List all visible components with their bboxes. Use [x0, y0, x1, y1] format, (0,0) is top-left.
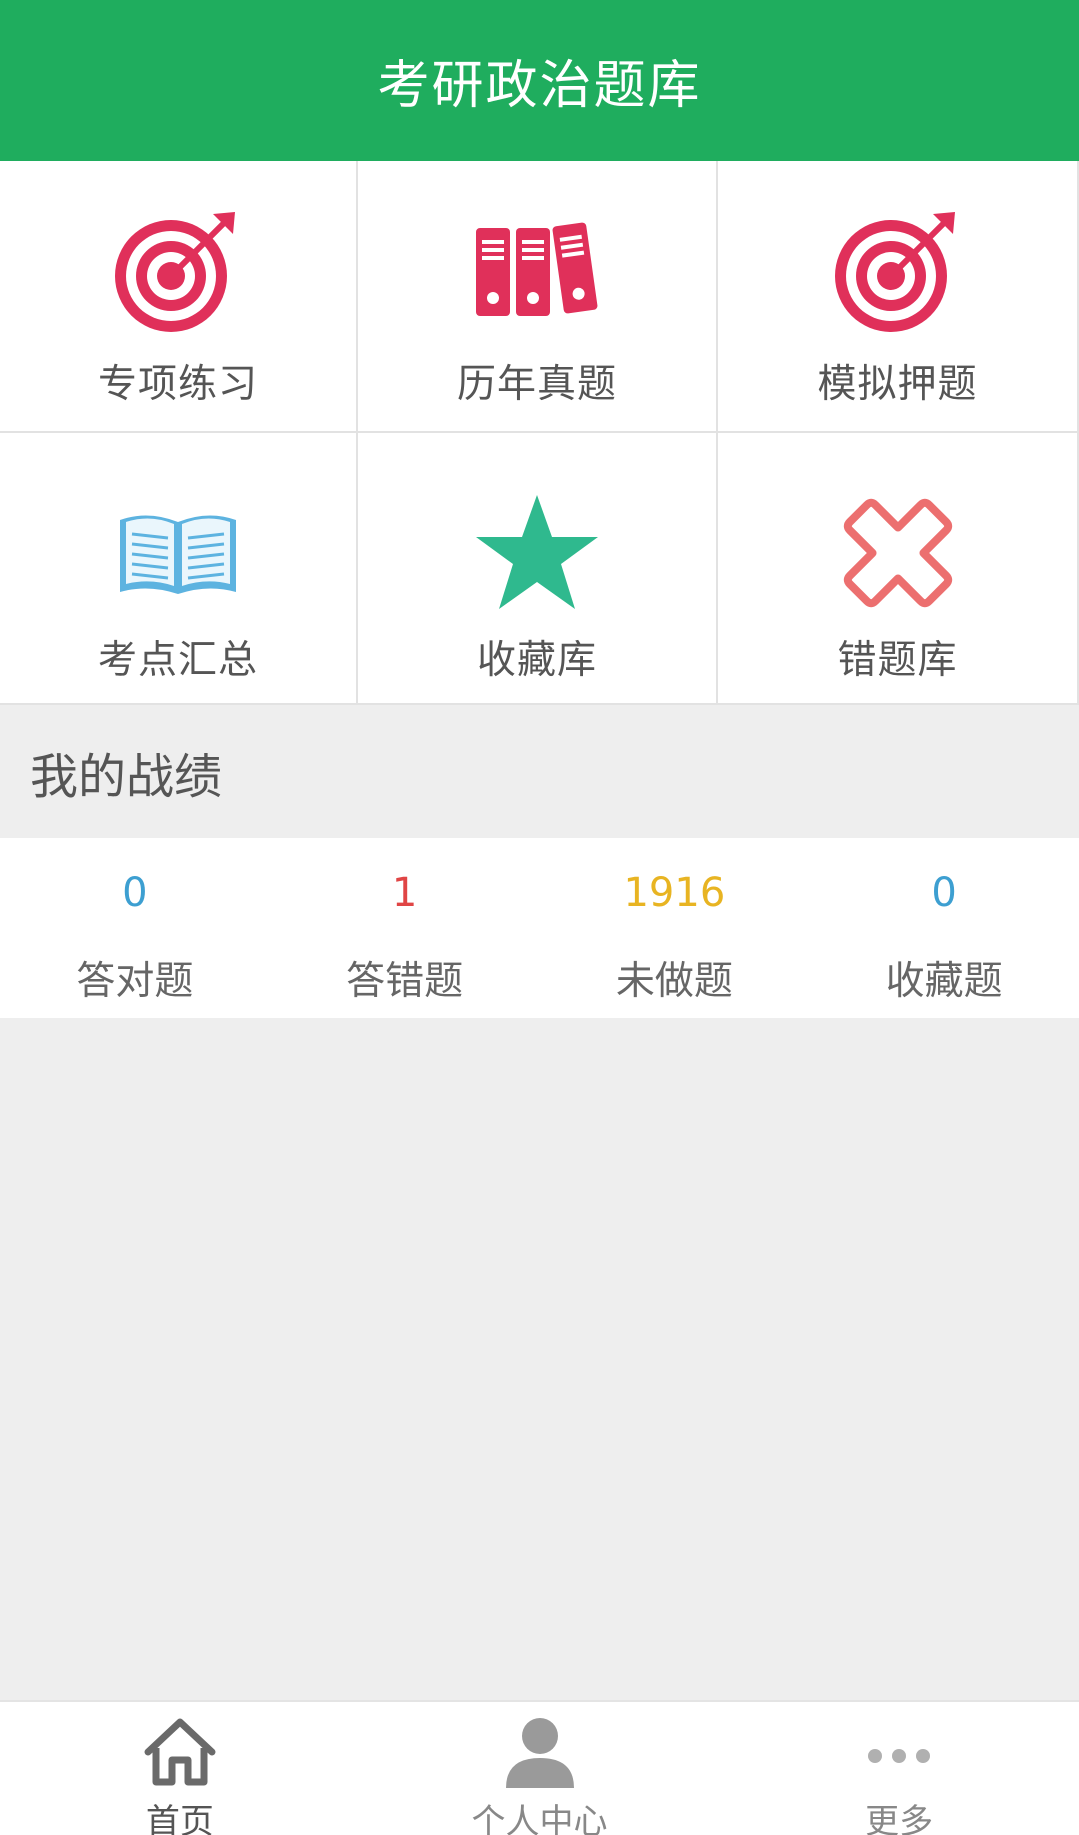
stat-caption: 答错题: [346, 959, 464, 1004]
stat-value: 0: [931, 870, 957, 916]
stat-caption: 收藏题: [885, 959, 1003, 1004]
stat-favorited[interactable]: 0 收藏题: [809, 838, 1079, 1018]
menu-item-label: 模拟押题: [817, 362, 978, 407]
open-book-icon: [108, 483, 248, 623]
home-icon: [140, 1714, 220, 1790]
app-header: 考研政治题库: [0, 0, 1079, 161]
bottom-tab-bar: 首页 个人中心 更多: [0, 1700, 1079, 1835]
tab-label: 个人中心: [471, 1802, 608, 1835]
menu-item-wrong-questions[interactable]: 错题库: [718, 433, 1079, 705]
tab-label: 首页: [145, 1802, 214, 1835]
menu-item-key-points[interactable]: 考点汇总: [0, 433, 358, 705]
tab-home[interactable]: 首页: [0, 1702, 360, 1835]
stat-correct[interactable]: 0 答对题: [0, 838, 270, 1018]
app-screen: 考研政治题库 专项练习 历年真题 模拟押题 考点汇总 收藏库 错题库 我的战绩 …: [0, 0, 1079, 1835]
tab-label: 更多: [865, 1802, 934, 1835]
menu-item-label: 专项练习: [97, 362, 258, 407]
page-title: 考研政治题库: [377, 56, 702, 116]
menu-item-label: 历年真题: [456, 362, 617, 407]
stat-caption: 未做题: [615, 959, 733, 1004]
person-icon: [500, 1714, 580, 1790]
star-icon: [467, 483, 607, 623]
record-stats: 0 答对题 1 答错题 1916 未做题 0 收藏题: [0, 838, 1079, 1018]
binders-icon: [467, 201, 607, 341]
tab-more[interactable]: 更多: [719, 1702, 1079, 1835]
more-icon: [859, 1714, 939, 1790]
target-icon: [828, 201, 968, 341]
menu-item-topic-practice[interactable]: 专项练习: [0, 161, 358, 433]
menu-grid: 专项练习 历年真题 模拟押题 考点汇总 收藏库 错题库: [0, 161, 1079, 705]
record-section-header: 我的战绩: [0, 705, 1079, 838]
menu-item-label: 考点汇总: [97, 638, 258, 683]
tab-personal-center[interactable]: 个人中心: [360, 1702, 720, 1835]
menu-item-past-exams[interactable]: 历年真题: [358, 161, 718, 433]
record-title: 我的战绩: [30, 748, 223, 805]
menu-item-label: 错题库: [837, 638, 958, 683]
stat-caption: 答对题: [76, 959, 194, 1004]
stat-value: 0: [122, 870, 148, 916]
stat-undone[interactable]: 1916 未做题: [540, 838, 810, 1018]
stat-value: 1916: [623, 870, 726, 916]
menu-item-label: 收藏库: [476, 638, 597, 683]
menu-item-mock-predict[interactable]: 模拟押题: [718, 161, 1079, 433]
cross-icon: [828, 483, 968, 623]
target-icon: [108, 201, 248, 341]
stat-wrong[interactable]: 1 答错题: [270, 838, 540, 1018]
stat-value: 1: [391, 870, 418, 916]
menu-item-favorites[interactable]: 收藏库: [358, 433, 718, 705]
